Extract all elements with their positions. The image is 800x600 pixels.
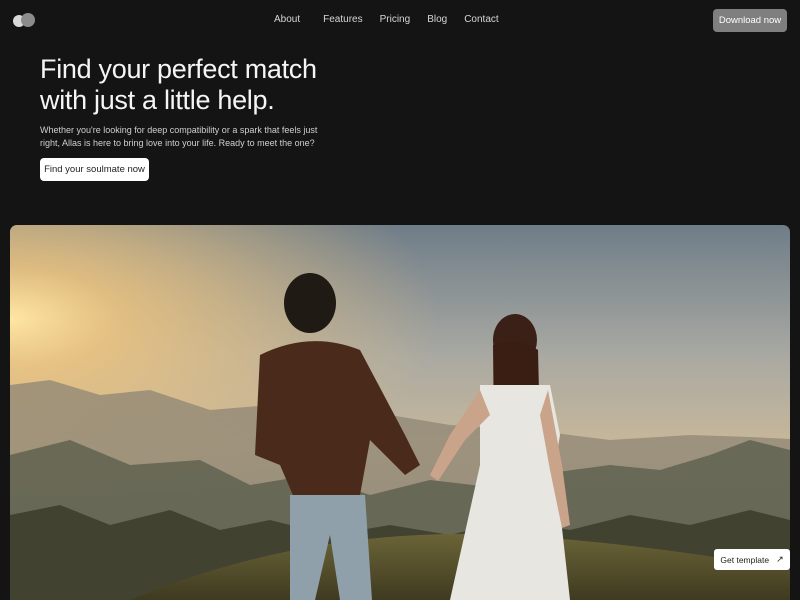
nav-link-about[interactable]: About — [274, 14, 300, 26]
logo-icon[interactable] — [13, 13, 35, 27]
get-template-button[interactable]: Get template ↗ — [714, 549, 790, 570]
top-nav: About Features Pricing Blog Contact — [274, 14, 499, 26]
find-soulmate-button[interactable]: Find your soulmate now — [40, 158, 149, 181]
hero-title-line-2: with just a little help. — [40, 85, 275, 115]
hero-subtitle: Whether you're looking for deep compatib… — [40, 125, 318, 148]
logo-circle-right — [21, 13, 35, 27]
hero-image — [10, 225, 790, 600]
hero-title: Find your perfect match with just a litt… — [40, 54, 360, 116]
nav-link-blog[interactable]: Blog — [427, 14, 447, 26]
arrow-up-right-icon: ↗ — [776, 554, 784, 564]
couple-sunset-photo — [10, 225, 790, 600]
get-template-label: Get template — [720, 554, 770, 565]
download-button[interactable]: Download now — [713, 9, 787, 32]
nav-link-contact[interactable]: Contact — [464, 14, 498, 26]
nav-link-pricing[interactable]: Pricing — [380, 14, 411, 26]
nav-link-features[interactable]: Features — [323, 14, 362, 26]
hero-title-line-1: Find your perfect match — [40, 54, 317, 84]
